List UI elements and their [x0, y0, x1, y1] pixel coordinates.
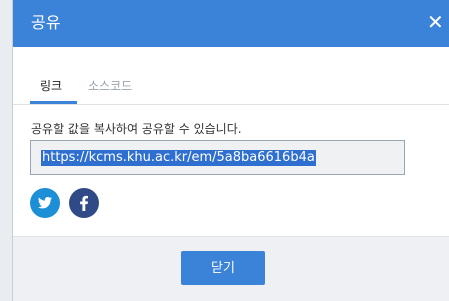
twitter-icon	[38, 197, 52, 209]
twitter-share-button[interactable]	[30, 188, 60, 218]
dialog-footer: 닫기	[13, 236, 449, 301]
dialog-title: 공유	[31, 13, 61, 32]
tab-source-code[interactable]: 소스코드	[88, 78, 132, 94]
dialog-titlebar: 공유 ✕	[13, 0, 449, 47]
close-icon[interactable]: ✕	[427, 10, 447, 34]
close-button[interactable]: 닫기	[181, 251, 265, 285]
share-url-field[interactable]: https://kcms.khu.ac.kr/em/5a8ba6616b4a	[30, 140, 405, 175]
active-tab-indicator	[30, 101, 77, 104]
share-description: 공유할 값을 복사하여 공유할 수 있습니다.	[31, 122, 242, 136]
facebook-share-button[interactable]	[69, 188, 99, 218]
share-url-text[interactable]: https://kcms.khu.ac.kr/em/5a8ba6616b4a	[41, 150, 316, 166]
share-dialog: 공유 ✕ 링크 소스코드 공유할 값을 복사하여 공유할 수 있습니다. htt…	[13, 0, 449, 301]
facebook-icon	[80, 195, 88, 211]
tab-link[interactable]: 링크	[40, 78, 62, 94]
tab-bar: 링크 소스코드	[13, 47, 449, 105]
